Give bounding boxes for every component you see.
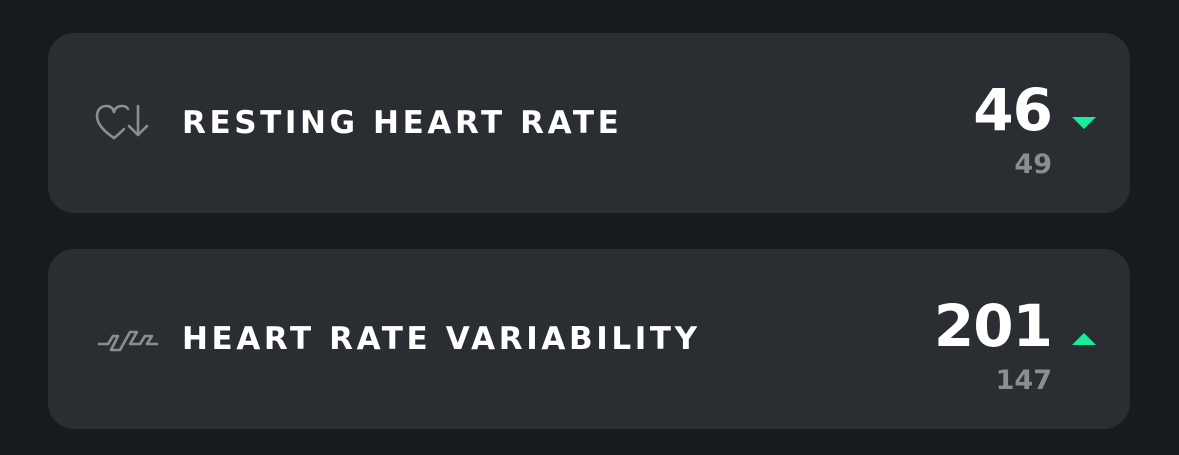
metric-card-heart-rate-variability[interactable]: HEART RATE VARIABILITY 201 147 <box>48 249 1130 429</box>
heart-rate-variability-icon <box>94 316 160 362</box>
metric-baseline: 147 <box>995 365 1052 396</box>
heart-down-arrow-icon <box>94 100 160 146</box>
metric-label: RESTING HEART RATE <box>182 105 623 141</box>
metric-value: 201 <box>933 292 1053 360</box>
triangle-down-icon <box>1072 117 1096 129</box>
metric-card-resting-heart-rate[interactable]: RESTING HEART RATE 46 49 <box>48 33 1130 213</box>
triangle-up-icon <box>1072 333 1096 345</box>
metric-value: 46 <box>973 76 1053 144</box>
metric-label: HEART RATE VARIABILITY <box>182 321 701 357</box>
metric-baseline: 49 <box>1014 149 1052 180</box>
